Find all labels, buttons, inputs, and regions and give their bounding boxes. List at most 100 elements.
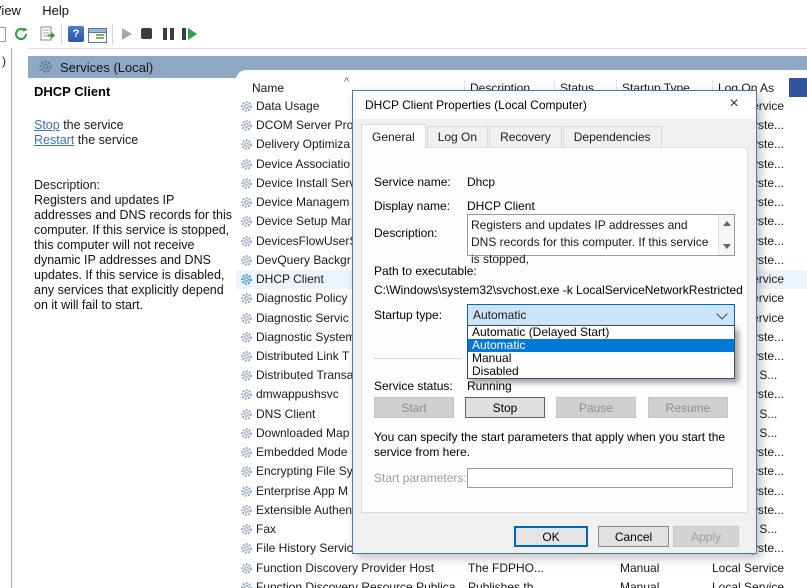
restart-service-icon[interactable] — [182, 28, 204, 44]
gear-icon — [240, 273, 253, 286]
gear-icon — [240, 581, 253, 588]
gear-icon — [240, 542, 253, 555]
dialog-title: DHCP Client Properties (Local Computer) — [365, 98, 587, 112]
stop-link-suffix: the service — [60, 118, 124, 132]
gear-icon — [240, 235, 253, 248]
gear-icon — [240, 196, 253, 209]
services-gear-icon — [38, 59, 53, 77]
gear-icon — [240, 215, 253, 228]
gear-icon — [240, 408, 253, 421]
tree-clipped-label: ) — [2, 54, 6, 68]
stop-service-link[interactable]: Stop — [34, 118, 60, 132]
gear-icon — [240, 119, 253, 132]
document-sliver-icon[interactable] — [0, 27, 6, 42]
service-description: Publishes th... — [468, 580, 610, 588]
separator-line — [374, 358, 462, 359]
restart-service-link[interactable]: Restart — [34, 133, 74, 147]
startup-type-dropdown: Automatic (Delayed Start)AutomaticManual… — [467, 325, 735, 379]
services-console-window: View Help ? — [0, 0, 807, 588]
gear-icon — [240, 465, 253, 478]
service-startup-type: Manual — [620, 580, 705, 588]
tab-general[interactable]: General — [361, 124, 426, 148]
service-name: Function Discovery Provider Host — [256, 561, 468, 575]
gear-icon — [240, 388, 253, 401]
gear-icon — [240, 523, 253, 536]
start-parameters-input[interactable] — [467, 468, 733, 488]
start-params-help-text: You can specify the start parameters tha… — [374, 430, 730, 460]
service-description-text: Registers and updates IP addresses and D… — [34, 193, 232, 313]
restart-link-suffix: the service — [74, 133, 138, 147]
dropdown-option-disabled[interactable]: Disabled — [468, 365, 734, 378]
tree-pane-divider[interactable] — [11, 48, 12, 588]
stop-button[interactable]: Stop — [465, 397, 545, 418]
ok-button[interactable]: OK — [514, 526, 588, 547]
gear-icon — [240, 562, 253, 575]
close-icon[interactable]: × — [724, 95, 744, 113]
menu-help[interactable]: Help — [33, 0, 78, 18]
header-corner-fragment — [789, 78, 807, 97]
selected-service-title: DHCP Client — [34, 84, 110, 99]
textarea-scrollbar[interactable] — [718, 215, 734, 255]
gear-icon — [240, 158, 253, 171]
refresh-icon[interactable] — [13, 26, 29, 42]
display-name-label: Display name: — [374, 199, 450, 213]
gear-icon — [240, 312, 253, 325]
resume-button: Resume — [648, 397, 728, 418]
startup-type-combobox[interactable]: Automatic — [467, 304, 735, 326]
tab-log-on[interactable]: Log On — [427, 126, 488, 148]
table-row[interactable]: Function Discovery Resource Publica...Pu… — [236, 578, 807, 588]
service-status-label: Service status: — [374, 379, 453, 393]
gear-icon — [240, 485, 253, 498]
service-description: The FDPHO... — [468, 561, 610, 575]
gear-icon — [240, 138, 253, 151]
service-name-value: Dhcp — [467, 175, 495, 189]
scroll-up-icon[interactable] — [723, 221, 731, 226]
export-list-icon[interactable] — [40, 26, 56, 42]
gear-icon — [240, 369, 253, 382]
table-row[interactable]: Function Discovery Provider HostThe FDPH… — [236, 559, 807, 578]
help-icon[interactable]: ? — [68, 26, 84, 42]
path-label: Path to executable: — [374, 264, 477, 278]
tab-dependencies[interactable]: Dependencies — [563, 126, 662, 148]
start-parameters-label: Start parameters: — [374, 471, 467, 485]
description-textarea[interactable]: Registers and updates IP addresses and D… — [467, 214, 735, 256]
toolbar-divider — [112, 24, 113, 44]
startup-type-value: Automatic — [473, 308, 526, 322]
tab-recovery[interactable]: Recovery — [489, 126, 562, 148]
scroll-down-icon[interactable] — [723, 244, 731, 249]
toolbar: ? — [0, 20, 807, 49]
column-header-name[interactable]: Name — [252, 81, 284, 95]
dhcp-properties-dialog: DHCP Client Properties (Local Computer) … — [352, 90, 757, 554]
taskpad-title: Services (Local) — [60, 60, 153, 75]
service-name: Function Discovery Resource Publica... — [256, 580, 468, 588]
cancel-button[interactable]: Cancel — [598, 526, 669, 547]
dialog-titlebar[interactable]: DHCP Client Properties (Local Computer) … — [353, 91, 756, 119]
stop-service-icon[interactable] — [141, 26, 157, 42]
description-textarea-text: Registers and updates IP addresses and D… — [471, 217, 713, 268]
pause-button: Pause — [556, 397, 636, 418]
toolbar-divider — [61, 24, 62, 44]
service-action-links: Stop the service Restart the service — [34, 118, 138, 148]
display-name-value: DHCP Client — [467, 199, 535, 213]
gear-icon — [240, 292, 253, 305]
gear-icon — [240, 100, 253, 113]
gear-icon — [240, 177, 253, 190]
start-button: Start — [374, 397, 454, 418]
gear-icon — [240, 446, 253, 459]
startup-type-label: Startup type: — [374, 308, 442, 322]
general-tab-page: Service name: Dhcp Display name: DHCP Cl… — [361, 147, 748, 513]
properties-window-icon[interactable] — [88, 26, 104, 42]
pause-service-icon[interactable] — [163, 28, 179, 44]
menu-view[interactable]: View — [0, 0, 30, 18]
service-logon-as: Local Service — [712, 580, 806, 588]
menu-bar: View Help — [0, 0, 807, 20]
service-name-label: Service name: — [374, 175, 451, 189]
gear-icon — [240, 331, 253, 344]
dialog-tabs: GeneralLog OnRecoveryDependencies — [361, 126, 663, 148]
sort-ascending-icon: ^ — [344, 76, 349, 88]
dialog-description-label: Description: — [374, 226, 437, 240]
path-value: C:\Windows\system32\svchost.exe -k Local… — [374, 283, 743, 297]
service-info-panel: DHCP Client Stop the service Restart the… — [28, 78, 236, 588]
gear-icon — [240, 504, 253, 517]
console-tree-strip: ) — [0, 48, 28, 588]
